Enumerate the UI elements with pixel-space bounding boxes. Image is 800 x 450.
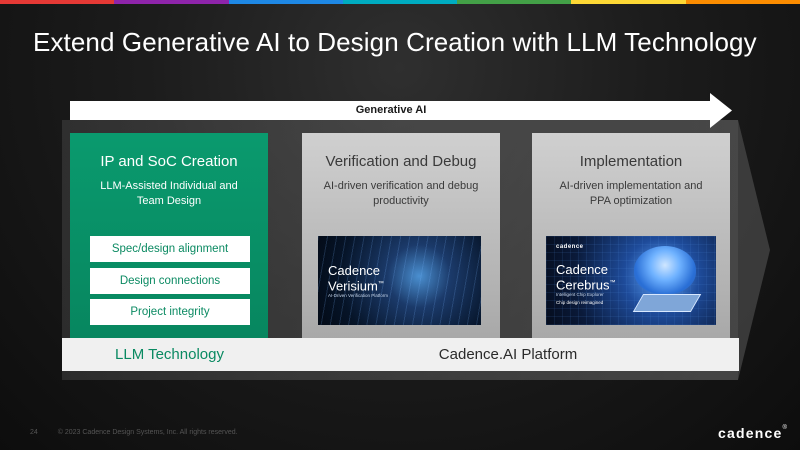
product-tagline: Intelligent Chip Explorer xyxy=(556,292,604,297)
registered-mark: ® xyxy=(782,425,789,431)
stripe-segment xyxy=(571,0,686,4)
top-color-stripe xyxy=(0,0,800,4)
column-implementation: Implementation AI-driven implementation … xyxy=(532,133,730,340)
page-number: 24 xyxy=(30,429,38,436)
column-subtitle: AI-driven verification and debug product… xyxy=(323,180,479,207)
product-name-line: Verisium™ xyxy=(328,278,384,292)
column-verification-debug: Verification and Debug AI-driven verific… xyxy=(302,133,500,340)
column-title: Verification and Debug xyxy=(325,153,477,170)
product-brand: Cadence xyxy=(556,262,609,277)
cadence-small-logo: cadence xyxy=(556,244,584,250)
cerebrus-product-image: cadence Cadence Cerebrus™ Intelligent Ch… xyxy=(546,236,716,325)
product-tagline: AI-Driven Verification Platform xyxy=(328,293,389,298)
product-name-line: Cerebrus™ xyxy=(556,277,615,291)
chip-graphic-icon xyxy=(632,294,702,312)
feature-project-integrity: Project integrity xyxy=(90,299,250,325)
copyright-text: © 2023 Cadence Design Systems, Inc. All … xyxy=(57,429,238,436)
stripe-segment xyxy=(228,0,343,4)
logo-text: cadence xyxy=(718,425,783,441)
verisium-product-image: Cadence Verisium™ AI-Driven Verification… xyxy=(318,236,481,325)
slide-title: Extend Generative AI to Design Creation … xyxy=(33,27,757,57)
trademark-symbol: ™ xyxy=(377,281,384,287)
trademark-symbol: ™ xyxy=(609,280,616,286)
column-subtitle: LLM-Assisted Individual and Team Design xyxy=(100,180,238,207)
feature-design-connections: Design connections xyxy=(90,268,250,294)
product-name: Verisium xyxy=(328,278,378,294)
column-ip-soc-creation: IP and SoC Creation LLM-Assisted Individ… xyxy=(70,133,268,340)
brain-graphic-icon xyxy=(634,246,696,294)
platform-bar: LLM Technology Cadence.AI Platform xyxy=(62,338,739,371)
stripe-segment xyxy=(342,0,458,4)
column-title: IP and SoC Creation xyxy=(100,153,238,170)
product-brand: Cadence xyxy=(328,263,381,278)
product-slogan: Chip design reimagined xyxy=(556,300,604,305)
column-subtitle: AI-driven implementation and PPA optimiz… xyxy=(559,180,703,207)
llm-technology-label: LLM Technology xyxy=(115,346,224,363)
product-name: Cerebrus xyxy=(556,277,610,293)
cadence-logo: cadence® xyxy=(718,425,788,441)
generative-ai-label: Generative AI xyxy=(355,104,427,116)
background-band-arrow-tip xyxy=(738,120,770,380)
column-title: Implementation xyxy=(579,153,683,170)
stripe-segment xyxy=(457,0,572,4)
slide-footer: 24 © 2023 Cadence Design Systems, Inc. A… xyxy=(30,429,238,436)
stripe-segment xyxy=(0,0,115,4)
stripe-segment xyxy=(114,0,229,4)
cadence-ai-platform-label: Cadence.AI Platform xyxy=(438,346,578,363)
feature-spec-design-alignment: Spec/design alignment xyxy=(90,236,250,262)
stripe-segment xyxy=(685,0,800,4)
